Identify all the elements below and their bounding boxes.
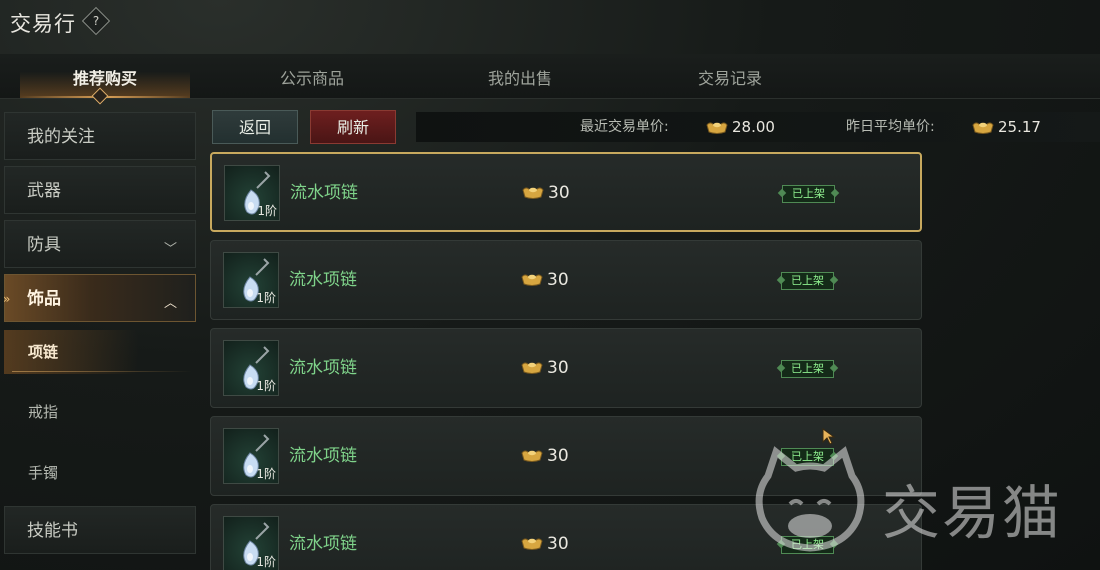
item-name: 流水项链 <box>289 358 357 378</box>
item-tier: 1阶 <box>257 204 277 218</box>
double-chevron-right-icon: » <box>3 292 11 306</box>
item-name: 流水项链 <box>289 270 357 290</box>
gold-ingot-icon <box>521 274 543 286</box>
recent-price-value: 28.00 <box>732 118 775 136</box>
back-button[interactable]: 返回 <box>212 110 298 144</box>
tab-trade-history[interactable]: 交易记录 <box>650 54 810 98</box>
watermark-text: 交易猫 <box>882 479 1063 547</box>
sidebar-subitem-label: 戒指 <box>28 403 59 421</box>
item-thumbnail: 1阶 <box>223 516 279 570</box>
tab-recommended[interactable]: 推荐购买 <box>20 54 190 98</box>
category-sidebar: 我的关注 武器 防具 ﹀ » 饰品 ︿ 项链 戒指 手镯 技能书 <box>0 108 200 570</box>
tab-label: 交易记录 <box>697 69 762 88</box>
gold-ingot-icon <box>972 122 994 134</box>
refresh-button[interactable]: 刷新 <box>310 110 396 144</box>
status-badge: 已上架 <box>781 272 834 290</box>
sidebar-item-armor[interactable]: 防具 ﹀ <box>4 220 196 268</box>
title-bar: 交易行 ? <box>0 0 1100 48</box>
mouse-cursor-icon <box>822 428 836 445</box>
help-button[interactable]: ? <box>81 6 111 36</box>
item-tier: 1阶 <box>256 467 276 481</box>
gold-ingot-icon <box>706 122 728 134</box>
status-badge: 已上架 <box>781 360 834 378</box>
item-price: 30 <box>547 446 569 466</box>
sidebar-item-accessories[interactable]: » 饰品 ︿ <box>3 274 196 322</box>
item-thumbnail: 1阶 <box>223 252 279 308</box>
sidebar-item-label: 我的关注 <box>27 127 95 147</box>
cat-logo-icon <box>755 446 865 552</box>
item-name: 流水项链 <box>289 446 357 466</box>
sidebar-subitem-label: 项链 <box>28 343 59 361</box>
item-thumbnail: 1阶 <box>224 165 280 221</box>
help-icon: ? <box>92 14 100 28</box>
item-name: 流水项链 <box>289 534 357 554</box>
gold-ingot-icon <box>522 187 544 199</box>
item-price: 30 <box>547 270 569 290</box>
sidebar-item-label: 武器 <box>27 181 61 201</box>
price-summary: 最近交易单价: 28.00 昨日平均单价: 25.17 <box>416 112 1100 142</box>
watermark: 交易猫 <box>750 446 1080 556</box>
item-tier: 1阶 <box>256 555 276 569</box>
sidebar-item-favorites[interactable]: 我的关注 <box>4 112 196 160</box>
chevron-up-icon: ︿ <box>163 296 177 311</box>
tab-my-sales[interactable]: 我的出售 <box>440 54 600 98</box>
sidebar-item-label: 技能书 <box>27 521 78 541</box>
sidebar-item-label: 饰品 <box>27 289 61 309</box>
item-thumbnail: 1阶 <box>223 428 279 484</box>
gold-ingot-icon <box>521 450 543 462</box>
tab-bar: 推荐购买 公示商品 我的出售 交易记录 <box>0 54 1100 99</box>
tab-public-goods[interactable]: 公示商品 <box>232 54 392 98</box>
sidebar-subitem-label: 手镯 <box>28 464 59 482</box>
recent-price-label: 最近交易单价: <box>580 119 669 135</box>
item-price: 30 <box>548 183 570 203</box>
tab-label: 我的出售 <box>487 69 552 88</box>
avg-price-value: 25.17 <box>998 118 1041 136</box>
gold-ingot-icon <box>521 362 543 374</box>
sidebar-subitem-ring[interactable]: 戒指 <box>4 390 196 434</box>
sidebar-item-weapons[interactable]: 武器 <box>4 166 196 214</box>
sidebar-item-skill-books[interactable]: 技能书 <box>4 506 196 554</box>
item-thumbnail: 1阶 <box>223 340 279 396</box>
avg-price-label: 昨日平均单价: <box>846 119 935 135</box>
page-title: 交易行 <box>10 12 76 36</box>
selected-underline <box>12 371 192 372</box>
listing-row[interactable]: 1阶 流水项链 30 已上架 <box>210 240 922 320</box>
gold-ingot-icon <box>521 538 543 550</box>
tab-label: 公示商品 <box>279 69 344 88</box>
status-badge: 已上架 <box>782 185 835 203</box>
tab-label: 推荐购买 <box>72 69 137 88</box>
listing-row[interactable]: 1阶 流水项链 30 已上架 <box>210 152 922 232</box>
item-tier: 1阶 <box>256 379 276 393</box>
sidebar-subitem-bracelet[interactable]: 手镯 <box>4 451 196 495</box>
item-tier: 1阶 <box>256 291 276 305</box>
item-price: 30 <box>547 358 569 378</box>
item-name: 流水项链 <box>290 183 358 203</box>
chevron-down-icon: ﹀ <box>163 242 177 257</box>
sidebar-item-label: 防具 <box>27 235 61 255</box>
item-price: 30 <box>547 534 569 554</box>
sidebar-subitem-necklace[interactable]: 项链 <box>4 330 196 374</box>
listing-row[interactable]: 1阶 流水项链 30 已上架 <box>210 328 922 408</box>
